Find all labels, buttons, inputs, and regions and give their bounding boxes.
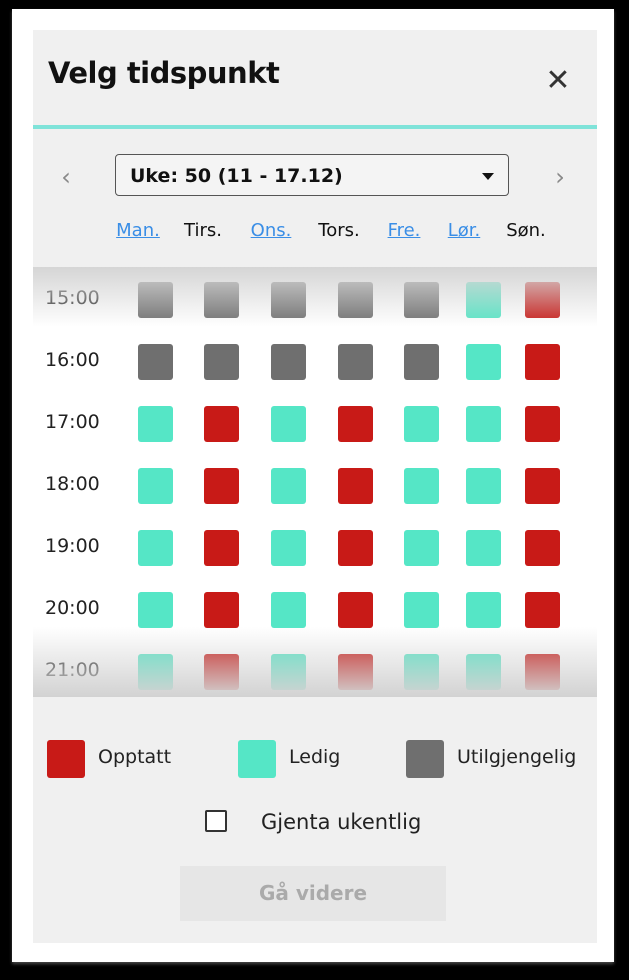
week-select[interactable]: Uke: 50 (11 - 17.12) (115, 154, 509, 196)
slot-cell-ledig[interactable] (404, 406, 439, 442)
slot-cell-utilgjengelig (338, 344, 373, 380)
slot-cell-ledig[interactable] (271, 468, 306, 504)
day-header-5[interactable]: Lør. (434, 220, 494, 241)
time-label: 15:00 (45, 287, 100, 309)
slot-cell-ledig[interactable] (138, 654, 173, 690)
slot-cell-opptatt (525, 468, 560, 504)
legend-label: Utilgjengelig (457, 746, 577, 768)
time-label: 20:00 (45, 597, 100, 619)
time-slot-grid[interactable]: 15:00 16:00 17:00 18:00 19:00 20:00 21:00 (33, 267, 597, 697)
time-label: 17:00 (45, 411, 100, 433)
day-header-0[interactable]: Man. (108, 220, 168, 241)
close-icon[interactable]: ✕ (543, 66, 573, 96)
header-divider (33, 125, 597, 129)
chevron-left-icon[interactable]: ‹ (51, 162, 81, 192)
day-header-3: Tors. (318, 220, 360, 241)
slot-cell-ledig[interactable] (466, 530, 501, 566)
slot-cell-ledig[interactable] (271, 654, 306, 690)
slot-cell-opptatt (204, 468, 239, 504)
slot-cell-opptatt (525, 282, 560, 318)
slot-cell-ledig[interactable] (466, 654, 501, 690)
slot-cell-ledig[interactable] (466, 592, 501, 628)
slot-cell-opptatt (525, 654, 560, 690)
slot-cell-utilgjengelig (271, 282, 306, 318)
slot-cell-ledig[interactable] (138, 592, 173, 628)
slot-cell-ledig[interactable] (138, 530, 173, 566)
slot-cell-ledig[interactable] (271, 592, 306, 628)
chevron-right-icon[interactable]: › (545, 162, 575, 192)
time-label: 19:00 (45, 535, 100, 557)
slot-cell-ledig[interactable] (466, 282, 501, 318)
legend-swatch-ledig (238, 740, 276, 778)
slot-cell-ledig[interactable] (271, 406, 306, 442)
day-headers: Man. Tirs. Ons. Tors. Fre. Lør. Søn. (33, 220, 597, 248)
slot-cell-opptatt (338, 592, 373, 628)
slot-cell-ledig[interactable] (404, 592, 439, 628)
repeat-weekly-label: Gjenta ukentlig (261, 810, 422, 834)
caret-down-icon (482, 173, 494, 180)
slot-cell-opptatt (525, 344, 560, 380)
slot-cell-ledig[interactable] (404, 654, 439, 690)
slot-cell-utilgjengelig (138, 282, 173, 318)
day-header-2[interactable]: Ons. (241, 220, 301, 241)
slot-cell-ledig[interactable] (466, 344, 501, 380)
slot-cell-opptatt (525, 592, 560, 628)
dialog-header: Velg tidspunkt ✕ (33, 30, 597, 127)
slot-cell-utilgjengelig (271, 344, 306, 380)
time-label: 18:00 (45, 473, 100, 495)
slot-cell-opptatt (338, 468, 373, 504)
time-slot-row: 18:00 (33, 468, 597, 508)
week-select-value: Uke: 50 (11 - 17.12) (130, 165, 343, 187)
continue-button[interactable]: Gå videre (180, 866, 446, 921)
day-header-6: Søn. (506, 220, 546, 241)
time-slot-row: 21:00 (33, 654, 597, 694)
slot-cell-opptatt (525, 530, 560, 566)
slot-cell-opptatt (338, 654, 373, 690)
repeat-weekly-checkbox[interactable] (205, 810, 227, 832)
slot-cell-opptatt (204, 406, 239, 442)
time-slot-row: 17:00 (33, 406, 597, 446)
slot-cell-ledig[interactable] (466, 468, 501, 504)
time-slot-row: 19:00 (33, 530, 597, 570)
slot-cell-utilgjengelig (338, 282, 373, 318)
legend-swatch-opptatt (47, 740, 85, 778)
slot-cell-opptatt (204, 654, 239, 690)
slot-cell-utilgjengelig (404, 344, 439, 380)
time-label: 21:00 (45, 659, 100, 681)
legend-swatch-utilgjengelig (406, 740, 444, 778)
legend: Opptatt Ledig Utilgjengelig (33, 738, 597, 778)
slot-cell-utilgjengelig (204, 344, 239, 380)
slot-cell-utilgjengelig (204, 282, 239, 318)
legend-label: Ledig (289, 746, 341, 768)
slot-cell-opptatt (338, 530, 373, 566)
slot-cell-utilgjengelig (404, 282, 439, 318)
dialog-title: Velg tidspunkt (48, 56, 280, 90)
slot-cell-ledig[interactable] (138, 468, 173, 504)
slot-cell-ledig[interactable] (404, 468, 439, 504)
slot-cell-ledig[interactable] (138, 406, 173, 442)
slot-cell-opptatt (525, 406, 560, 442)
day-header-1: Tirs. (184, 220, 222, 241)
slot-cell-ledig[interactable] (404, 530, 439, 566)
slot-cell-utilgjengelig (138, 344, 173, 380)
day-header-4[interactable]: Fre. (374, 220, 434, 241)
slot-cell-ledig[interactable] (466, 406, 501, 442)
time-slot-row: 16:00 (33, 344, 597, 384)
week-navigation: ‹ Uke: 50 (11 - 17.12) › (33, 154, 597, 200)
time-label: 16:00 (45, 349, 100, 371)
time-slot-row: 15:00 (33, 282, 597, 322)
time-picker-dialog: Velg tidspunkt ✕ ‹ Uke: 50 (11 - 17.12) … (33, 30, 597, 943)
slot-cell-ledig[interactable] (271, 530, 306, 566)
legend-label: Opptatt (98, 746, 172, 768)
slot-cell-opptatt (204, 592, 239, 628)
time-slot-row: 20:00 (33, 592, 597, 632)
slot-cell-opptatt (204, 530, 239, 566)
slot-cell-opptatt (338, 406, 373, 442)
